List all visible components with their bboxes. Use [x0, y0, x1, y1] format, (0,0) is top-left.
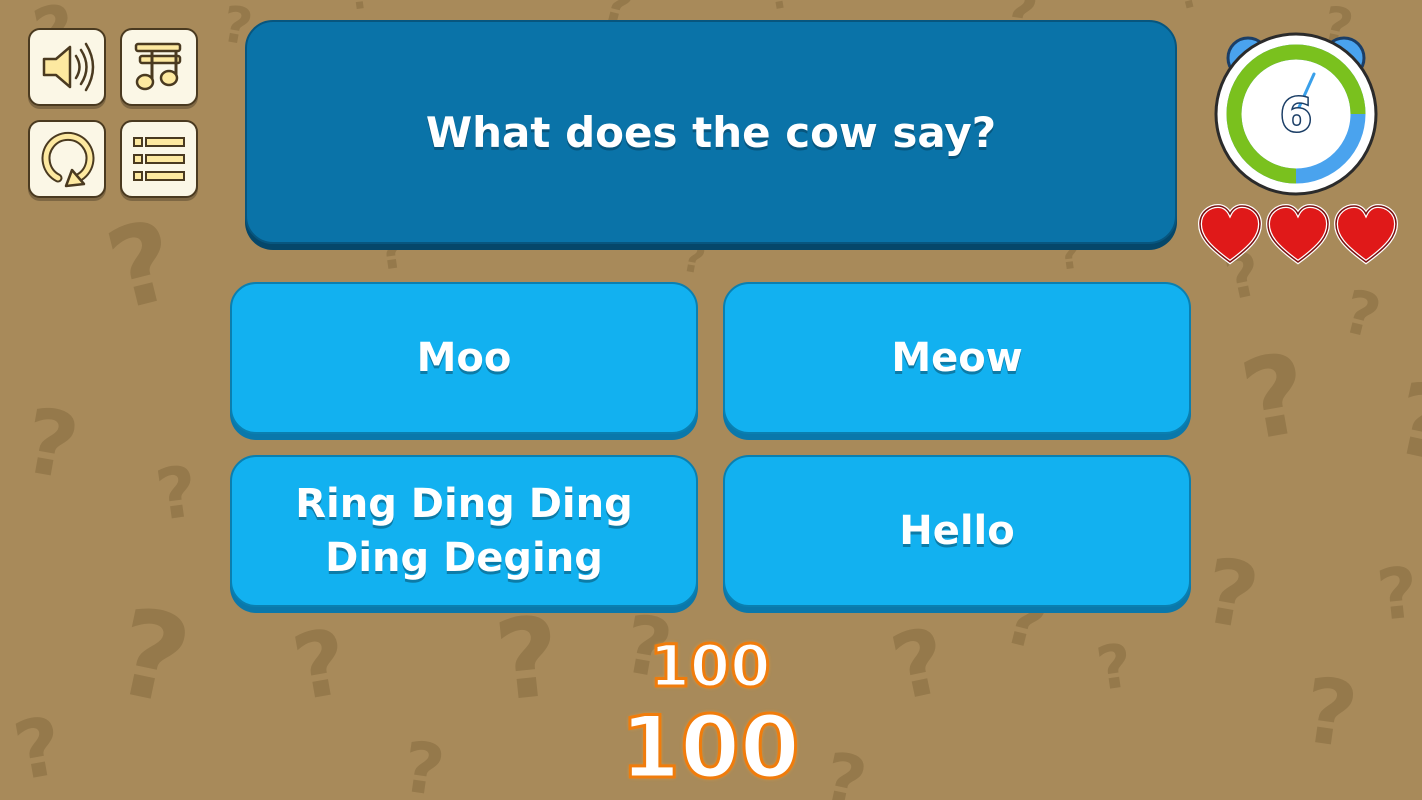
background-question-mark: ?: [1092, 631, 1136, 705]
music-button[interactable]: [120, 28, 198, 106]
background-question-mark: ?: [398, 726, 450, 800]
heart-icon: [1265, 203, 1331, 265]
background-question-mark: ?: [1196, 538, 1266, 650]
answer-button-2[interactable]: Meow: [723, 282, 1191, 434]
music-note-icon: [134, 42, 182, 91]
answer-label: Ring Ding Ding Ding Deging: [295, 481, 633, 581]
round-score: 100: [648, 631, 772, 702]
restart-icon: [41, 131, 95, 188]
total-score: 100: [619, 697, 802, 800]
background-question-mark: ?: [104, 582, 201, 732]
answer-label: Hello: [899, 508, 1015, 554]
answer-label: Moo: [416, 335, 512, 381]
background-question-mark: ?: [1373, 551, 1422, 637]
background-question-mark: ?: [1336, 277, 1387, 353]
timer-seconds: 6: [1280, 88, 1312, 142]
answer-label: Meow: [891, 335, 1023, 381]
background-question-mark: ?: [345, 0, 374, 20]
background-question-mark: ?: [489, 592, 566, 726]
lives-hearts: [1197, 203, 1399, 265]
answer-button-4[interactable]: Hello: [723, 455, 1191, 607]
background-question-mark: ?: [151, 450, 203, 537]
background-question-mark: ?: [1232, 328, 1317, 465]
restart-button[interactable]: [28, 120, 106, 198]
timer-clock: 6: [1214, 32, 1378, 196]
heart-icon: [1333, 203, 1399, 265]
background-question-mark: ?: [16, 388, 86, 500]
speaker-icon: [42, 42, 95, 92]
background-question-mark: ?: [95, 196, 188, 336]
background-question-mark: ?: [883, 608, 956, 722]
background-question-mark: ?: [286, 609, 356, 721]
question-panel: What does the cow say?: [245, 20, 1177, 244]
background-question-mark: ?: [1297, 658, 1363, 769]
heart-icon: [1197, 203, 1263, 265]
background-question-mark: ?: [7, 699, 69, 799]
background-question-mark: ?: [1385, 359, 1422, 486]
answer-button-1[interactable]: Moo: [230, 282, 698, 434]
background-question-mark: ?: [1171, 0, 1205, 20]
sound-button[interactable]: [28, 28, 106, 106]
question-text: What does the cow say?: [425, 107, 997, 157]
background-question-mark: ?: [764, 0, 795, 20]
answer-button-3[interactable]: Ring Ding Ding Ding Deging: [230, 455, 698, 607]
menu-button[interactable]: [120, 120, 198, 198]
list-icon: [133, 137, 185, 181]
